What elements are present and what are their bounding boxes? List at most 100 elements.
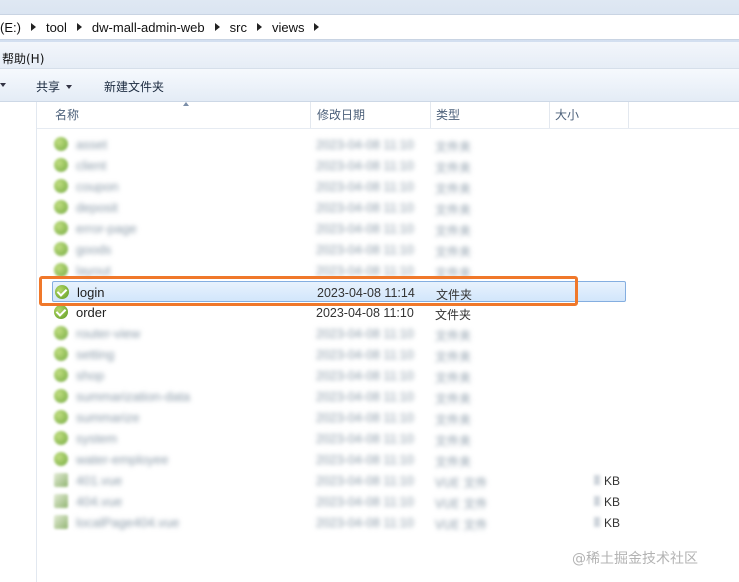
file-name: goods <box>76 242 112 257</box>
column-header-name-label: 名称 <box>55 108 80 122</box>
file-type: VUE 文件 <box>435 518 488 532</box>
table-row[interactable]: deposit 2023-04-08 11:10 文件夹 <box>37 197 739 218</box>
file-date: 2023-04-08 11:14 <box>317 286 415 300</box>
table-row[interactable]: shop 2023-04-08 11:10 文件夹 <box>37 365 739 386</box>
table-row[interactable]: asset 2023-04-08 11:10 文件夹 <box>37 134 739 155</box>
file-type: 文件夹 <box>435 245 472 259</box>
toolbar: 共享 新建文件夹 <box>0 69 739 102</box>
breadcrumb-arrow-icon[interactable] <box>256 23 262 31</box>
column-header-name[interactable]: 名称 <box>45 102 311 128</box>
file-type: 文件夹 <box>436 288 473 302</box>
file-name: error-page <box>76 221 137 236</box>
file-date: 2023-04-08 11:10 <box>316 159 414 173</box>
file-name: setting <box>76 347 115 362</box>
breadcrumb-arrow-icon[interactable] <box>314 23 320 31</box>
column-header-date[interactable]: 修改日期 <box>307 102 431 128</box>
breadcrumb-arrow-icon[interactable] <box>214 23 220 31</box>
table-row[interactable]: layout 2023-04-08 11:10 文件夹 <box>37 260 739 281</box>
table-row[interactable]: router-view 2023-04-08 11:10 文件夹 <box>37 323 739 344</box>
file-name: shop <box>76 368 105 383</box>
table-row[interactable]: coupon 2023-04-08 11:10 文件夹 <box>37 176 739 197</box>
column-header-size[interactable]: 大小 <box>545 102 629 128</box>
folder-icon <box>54 368 68 382</box>
menu-bar: 帮助(H) <box>0 42 739 69</box>
folder-icon <box>54 263 68 277</box>
file-type: 文件夹 <box>435 371 472 385</box>
size-number-blurred <box>594 475 600 485</box>
breadcrumb-drive[interactable]: (E:) <box>0 20 23 35</box>
vue-file-icon <box>54 494 68 508</box>
table-row[interactable]: water-employee 2023-04-08 11:10 文件夹 <box>37 449 739 470</box>
table-row[interactable]: summarize 2023-04-08 11:10 文件夹 <box>37 407 739 428</box>
chevron-down-icon[interactable] <box>0 83 6 87</box>
file-type: 文件夹 <box>435 434 472 448</box>
file-date: 2023-04-08 11:10 <box>316 306 414 320</box>
table-row[interactable]: localPage404.vue 2023-04-08 11:10 VUE 文件 KB <box>37 512 739 533</box>
file-name: system <box>76 431 118 446</box>
file-date: 2023-04-08 11:10 <box>316 390 414 404</box>
vue-file-icon <box>54 515 68 529</box>
folder-icon <box>54 452 68 466</box>
table-row[interactable]: client 2023-04-08 11:10 文件夹 <box>37 155 739 176</box>
table-row[interactable]: system 2023-04-08 11:10 文件夹 <box>37 428 739 449</box>
folder-icon <box>54 347 68 361</box>
navigation-pane[interactable] <box>0 102 37 582</box>
new-folder-button[interactable]: 新建文件夹 <box>104 78 164 95</box>
file-type: 文件夹 <box>435 413 472 427</box>
file-name: summarize <box>76 410 140 425</box>
file-type: 文件夹 <box>435 266 472 280</box>
breadcrumb-arrow-icon[interactable] <box>76 23 82 31</box>
folder-icon <box>54 158 68 172</box>
breadcrumb-tool[interactable]: tool <box>46 20 69 35</box>
table-row[interactable]: error-page 2023-04-08 11:10 文件夹 <box>37 218 739 239</box>
file-type: 文件夹 <box>435 224 472 238</box>
file-date: 2023-04-08 11:10 <box>316 201 414 215</box>
folder-icon <box>54 305 68 319</box>
address-bar: (E:) tool dw-mall-admin-web src views <box>0 0 739 42</box>
file-date: 2023-04-08 11:10 <box>316 432 414 446</box>
file-date: 2023-04-08 11:10 <box>316 180 414 194</box>
column-header-size-label: 大小 <box>555 108 580 122</box>
folder-icon <box>54 410 68 424</box>
table-row[interactable]: summarization-data 2023-04-08 11:10 文件夹 <box>37 386 739 407</box>
new-folder-button-label: 新建文件夹 <box>104 80 165 94</box>
table-row[interactable]: goods 2023-04-08 11:10 文件夹 <box>37 239 739 260</box>
file-name: 404.vue <box>76 494 123 509</box>
address-field[interactable]: (E:) tool dw-mall-admin-web src views <box>0 14 739 40</box>
table-row[interactable]: 401.vue 2023-04-08 11:10 VUE 文件 KB <box>37 470 739 491</box>
file-type: 文件夹 <box>435 329 472 343</box>
file-date: 2023-04-08 11:10 <box>316 222 414 236</box>
file-name: login <box>77 285 105 300</box>
vue-file-icon <box>54 473 68 487</box>
folder-icon <box>54 137 68 151</box>
table-row[interactable]: order 2023-04-08 11:10 文件夹 <box>37 302 739 323</box>
breadcrumb-project[interactable]: dw-mall-admin-web <box>92 20 207 35</box>
file-name: router-view <box>76 326 141 341</box>
file-name: asset <box>76 137 108 152</box>
file-date: 2023-04-08 11:10 <box>316 348 414 362</box>
file-name: water-employee <box>76 452 169 467</box>
explorer-window: (E:) tool dw-mall-admin-web src views 帮助… <box>0 0 739 582</box>
folder-icon <box>54 179 68 193</box>
file-date: 2023-04-08 11:10 <box>316 138 414 152</box>
table-row[interactable]: 404.vue 2023-04-08 11:10 VUE 文件 KB <box>37 491 739 512</box>
sort-ascending-icon <box>183 102 189 106</box>
table-row-selected[interactable]: login 2023-04-08 11:14 文件夹 <box>52 281 626 302</box>
column-header-type[interactable]: 类型 <box>426 102 550 128</box>
breadcrumb-arrow-icon[interactable] <box>30 23 36 31</box>
file-type: 文件夹 <box>435 392 472 406</box>
file-name: 401.vue <box>76 473 123 488</box>
share-button[interactable]: 共享 <box>36 78 73 95</box>
column-header-type-label: 类型 <box>436 108 461 122</box>
file-name: deposit <box>76 200 118 215</box>
menu-help[interactable]: 帮助(H) <box>2 50 44 67</box>
file-date: 2023-04-08 11:10 <box>316 411 414 425</box>
breadcrumb-src[interactable]: src <box>230 20 249 35</box>
file-type: VUE 文件 <box>435 476 488 490</box>
folder-icon <box>54 326 68 340</box>
file-type: 文件夹 <box>435 203 472 217</box>
table-row[interactable]: setting 2023-04-08 11:10 文件夹 <box>37 344 739 365</box>
watermark: @稀土掘金技术社区 <box>572 551 698 567</box>
breadcrumb-views[interactable]: views <box>272 20 307 35</box>
file-size: KB <box>604 474 621 488</box>
